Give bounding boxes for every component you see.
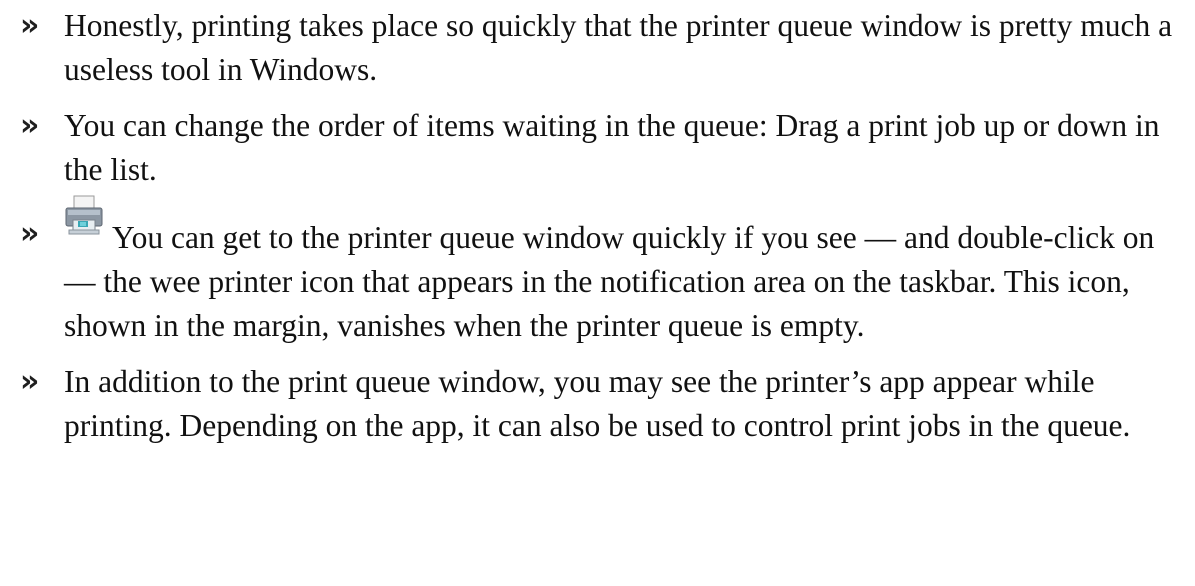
list-item: » You can change the order of items wait…: [20, 104, 1190, 192]
bullet-list: » Honestly, printing takes place so quic…: [20, 4, 1190, 460]
document-page: » Honestly, printing takes place so quic…: [0, 0, 1195, 586]
bullet-text: Honestly, printing takes place so quickl…: [64, 8, 1173, 87]
list-item: » In addition to the print queue window,…: [20, 360, 1190, 448]
bullet-marker: »: [20, 8, 39, 43]
bullet-text: You can get to the printer queue window …: [64, 220, 1155, 343]
bullet-marker: »: [20, 364, 39, 399]
list-item: » Honestly, printing takes place so quic…: [20, 4, 1190, 92]
bullet-marker: »: [20, 108, 39, 143]
bullet-text: In addition to the print queue window, y…: [64, 364, 1131, 443]
printer-icon: [64, 195, 104, 252]
bullet-marker: »: [20, 216, 39, 251]
bullet-text: You can change the order of items waitin…: [64, 108, 1160, 187]
list-item: » You can get to the printer queue windo…: [20, 195, 1190, 348]
